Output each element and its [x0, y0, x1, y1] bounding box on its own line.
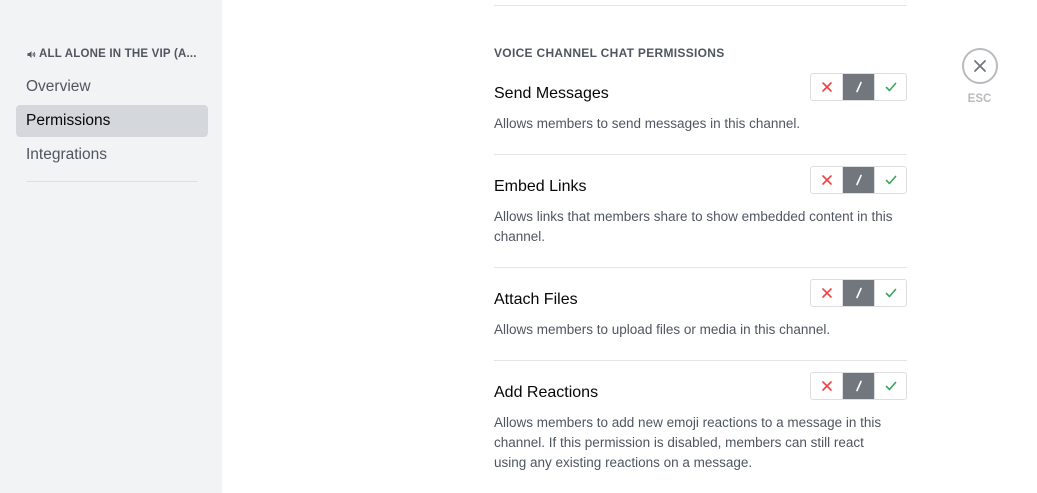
deny-button[interactable] — [811, 373, 842, 399]
permission-description: Allows links that members share to show … — [494, 209, 893, 244]
settings-sidebar: ALL ALONE IN THE VIP (A... Overview Perm… — [0, 0, 222, 493]
permission-toggle-group — [810, 279, 907, 307]
sidebar-item-label: Integrations — [26, 146, 107, 163]
section-divider — [494, 5, 907, 6]
neutral-button[interactable] — [842, 74, 874, 100]
x-icon — [821, 175, 832, 185]
check-icon — [885, 82, 896, 92]
neutral-button[interactable] — [842, 280, 874, 306]
row-divider — [494, 360, 907, 361]
deny-button[interactable] — [811, 74, 842, 100]
close-control: ESC — [962, 48, 998, 105]
section-title: VOICE CHANNEL CHAT PERMISSIONS — [494, 46, 725, 60]
esc-label: ESC — [967, 93, 992, 105]
allow-button[interactable] — [874, 373, 906, 399]
x-icon — [821, 82, 832, 92]
permission-name: Embed Links — [494, 178, 587, 195]
sidebar-item-permissions[interactable]: Permissions — [16, 105, 208, 137]
slash-icon — [855, 81, 862, 93]
close-button[interactable] — [962, 48, 998, 84]
sidebar-item-label: Permissions — [26, 112, 111, 129]
permission-toggle-group — [810, 166, 907, 194]
permission-description: Allows members to send messages in this … — [494, 116, 801, 131]
sidebar-divider — [26, 181, 198, 182]
sidebar-item-label: Overview — [26, 78, 91, 95]
x-icon — [821, 288, 832, 298]
neutral-button[interactable] — [842, 167, 874, 193]
check-icon — [885, 288, 896, 298]
check-icon — [885, 381, 896, 391]
x-icon — [821, 381, 832, 391]
slash-icon — [855, 380, 862, 392]
permission-name: Add Reactions — [494, 384, 599, 401]
close-icon — [974, 60, 986, 72]
allow-button[interactable] — [874, 74, 906, 100]
slash-icon — [855, 174, 862, 186]
channel-header: ALL ALONE IN THE VIP (A... — [27, 48, 202, 60]
permission-toggle-group — [810, 372, 907, 400]
permission-name: Send Messages — [494, 85, 609, 102]
permission-toggle-group — [810, 73, 907, 101]
speaker-icon — [27, 50, 36, 58]
neutral-button[interactable] — [842, 373, 874, 399]
sidebar-item-integrations[interactable]: Integrations — [16, 139, 208, 171]
slash-icon — [855, 287, 862, 299]
sidebar-item-overview[interactable]: Overview — [16, 71, 208, 103]
row-divider — [494, 154, 907, 155]
channel-name: ALL ALONE IN THE VIP (A... — [39, 48, 197, 60]
permission-description: Allows members to upload files or media … — [494, 322, 831, 337]
deny-button[interactable] — [811, 167, 842, 193]
check-icon — [885, 175, 896, 185]
allow-button[interactable] — [874, 167, 906, 193]
deny-button[interactable] — [811, 280, 842, 306]
row-divider — [494, 267, 907, 268]
permission-name: Attach Files — [494, 291, 578, 308]
permission-description: Allows members to add new emoji reaction… — [494, 415, 882, 470]
allow-button[interactable] — [874, 280, 906, 306]
